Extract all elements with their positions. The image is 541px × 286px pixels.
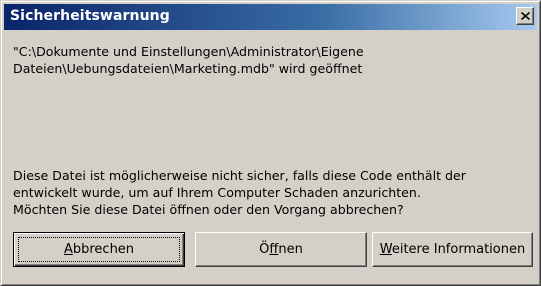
close-button[interactable]	[516, 7, 534, 25]
warning-message: Diese Datei ist möglicherweise nicht sic…	[13, 167, 466, 218]
window-title: Sicherheitswarnung	[10, 8, 170, 24]
path-line-2: Dateien\Uebungsdateien\Marketing.mdb" wi…	[13, 61, 363, 76]
close-icon	[520, 12, 530, 20]
cancel-mnemonic: A	[63, 242, 73, 257]
open-button-label: Öffnen	[259, 242, 303, 257]
cancel-button[interactable]: Abbrechen	[13, 232, 185, 267]
warning-line-2: entwickelt wurde, um auf Ihrem Computer …	[13, 185, 421, 200]
cancel-label-rest: bbrechen	[72, 242, 135, 257]
open-button[interactable]: Öffnen	[195, 232, 367, 267]
more-information-button[interactable]: Weitere Informationen	[372, 232, 533, 267]
more-information-button-label: Weitere Informationen	[380, 242, 525, 257]
more-information-mnemonic: W	[379, 242, 392, 257]
open-label-rest: fnen	[278, 242, 303, 257]
open-label-start: Ö	[259, 242, 270, 257]
warning-line-3: Möchten Sie diese Datei öffnen oder den …	[13, 202, 404, 217]
cancel-button-label: Abbrechen	[64, 242, 134, 257]
security-warning-dialog: Sicherheitswarnung "C:\Dokumente und Ein…	[0, 0, 541, 286]
file-path-message: "C:\Dokumente und Einstellungen\Administ…	[13, 43, 364, 77]
warning-line-1: Diese Datei ist möglicherweise nicht sic…	[13, 168, 466, 183]
title-bar[interactable]: Sicherheitswarnung	[4, 4, 537, 30]
more-information-label-rest: eitere Informationen	[391, 242, 526, 257]
open-mnemonic: f	[269, 242, 279, 257]
path-line-1: "C:\Dokumente und Einstellungen\Administ…	[13, 44, 364, 59]
